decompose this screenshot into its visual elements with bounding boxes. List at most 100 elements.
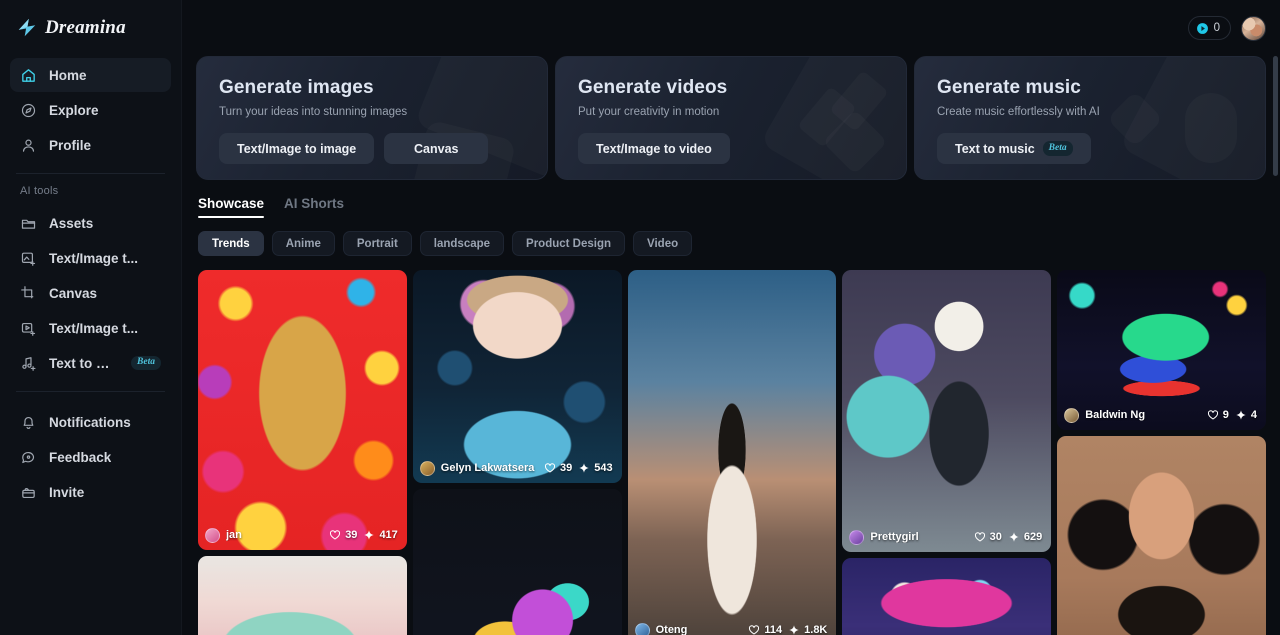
gallery-tile[interactable] (198, 556, 407, 635)
sidebar-item-label: Feedback (49, 449, 112, 465)
topbar: 0 (182, 0, 1280, 56)
remix-count[interactable]: 543 (578, 462, 613, 474)
chip-anime[interactable]: Anime (271, 231, 335, 256)
sidebar-section-label: AI tools (20, 185, 59, 197)
text-to-music-button[interactable]: Text to music Beta (937, 133, 1091, 164)
hero-title: Generate music (937, 77, 1081, 98)
sidebar-divider-top (16, 173, 165, 174)
author-avatar[interactable] (634, 622, 650, 635)
hero-button-row: Text/Image to image Canvas (219, 133, 547, 164)
sidebar-item-canvas[interactable]: Canvas (10, 276, 171, 310)
gallery-column: Prettygirl 30 629 (842, 270, 1052, 635)
sidebar-item-feedback[interactable]: Feedback (10, 440, 171, 474)
heart-icon (544, 463, 556, 473)
gallery-column: jan 39 417 (198, 270, 407, 635)
sidebar-item-explore[interactable]: Explore (10, 93, 171, 127)
sidebar-tools-nav: Assets Text/Image t... Canvas Text/Image… (0, 204, 181, 380)
sidebar-item-text-to-music[interactable]: Text to music Beta (10, 346, 171, 380)
tab-showcase[interactable]: Showcase (198, 196, 265, 218)
chip-portrait[interactable]: Portrait (342, 231, 412, 256)
sidebar-item-label: Invite (49, 484, 85, 500)
author-avatar[interactable] (1064, 407, 1080, 423)
gallery-tile[interactable]: Prettygirl 30 629 (842, 270, 1052, 552)
hero-subtitle: Create music effortlessly with AI (937, 106, 1100, 118)
video-plus-icon (21, 322, 36, 336)
sparkle-diamond-icon (1236, 410, 1246, 420)
gallery-tile[interactable] (1057, 436, 1266, 635)
hero-card-generate-images[interactable]: Generate images Turn your ideas into stu… (196, 56, 548, 180)
like-count[interactable]: 9 (1207, 409, 1229, 421)
chip-video[interactable]: Video (633, 231, 693, 256)
gallery-grid: jan 39 417 Gelyn Lakwatsera 39 543 Oteng 114 1.8… (190, 256, 1266, 635)
compass-icon (21, 103, 36, 117)
text-image-to-image-button[interactable]: Text/Image to image (219, 133, 375, 164)
author-avatar[interactable] (849, 529, 865, 545)
music-note-plus-icon (22, 356, 36, 371)
remix-count[interactable]: 1.8K (788, 624, 827, 635)
hero-button-row: Text to music Beta (937, 133, 1265, 164)
gallery-tile[interactable]: Gelyn Lakwatsera 39 543 (412, 270, 622, 483)
sidebar-item-label: Home (49, 67, 87, 83)
sparkle-star-icon (18, 18, 36, 37)
gallery-artwork (1057, 436, 1266, 635)
gallery-tile[interactable]: jan 39 417 (198, 270, 407, 550)
sidebar-item-profile[interactable]: Profile (10, 128, 171, 162)
chat-bubble-icon (22, 451, 35, 463)
author-avatar[interactable] (419, 460, 435, 476)
beta-badge: Beta (131, 355, 161, 371)
gallery-tile-overlay: Baldwin Ng 9 4 (1057, 400, 1266, 430)
chip-trends[interactable]: Trends (198, 231, 264, 256)
gallery-artwork (627, 270, 837, 635)
text-image-to-video-button[interactable]: Text/Image to video (578, 133, 730, 164)
gallery-tile[interactable] (842, 558, 1052, 635)
text-to-music-label: Text to music (955, 141, 1035, 156)
gallery-tile[interactable] (412, 489, 622, 635)
gallery-tile-overlay: Prettygirl 30 629 (842, 522, 1051, 552)
gallery-tile[interactable]: Baldwin Ng 9 4 (1057, 270, 1266, 430)
avatar[interactable] (1241, 15, 1266, 41)
gallery-artwork (198, 556, 407, 635)
sparkle-diamond-icon (789, 625, 799, 635)
sparkle-diamond-icon (364, 530, 375, 540)
author-avatar[interactable] (205, 527, 220, 543)
like-count[interactable]: 39 (544, 462, 572, 474)
tab-ai-shorts[interactable]: AI Shorts (284, 196, 344, 218)
credits-pill[interactable]: 0 (1187, 16, 1231, 40)
filter-chip-row: Trends Anime Portrait landscape Product … (190, 218, 1266, 256)
remix-count[interactable]: 629 (1008, 531, 1042, 543)
canvas-crop-icon (21, 285, 34, 298)
sidebar-item-home[interactable]: Home (10, 58, 171, 92)
author-name: jan (226, 529, 242, 541)
like-count[interactable]: 30 (974, 531, 1002, 543)
gallery-column: Gelyn Lakwatsera 39 543 (412, 270, 622, 635)
hero-card-generate-videos[interactable]: Generate videos Put your creativity in m… (555, 56, 907, 180)
brand[interactable]: Dreamina (0, 0, 181, 56)
author-name: Oteng (655, 624, 688, 635)
like-count[interactable]: 114 (748, 624, 782, 635)
like-count[interactable]: 39 (329, 529, 357, 541)
sidebar-item-assets[interactable]: Assets (10, 206, 171, 240)
brand-name: Dreamina (45, 17, 126, 38)
hero-cards-row: Generate images Turn your ideas into stu… (190, 56, 1266, 180)
sidebar-item-label: Notifications (49, 414, 131, 430)
gallery-artwork (842, 558, 1052, 635)
gallery-tile[interactable]: Oteng 114 1.8K (627, 270, 837, 635)
sidebar-item-invite[interactable]: Invite (10, 475, 171, 509)
chip-landscape[interactable]: landscape (419, 231, 505, 256)
beta-badge: Beta (1042, 141, 1073, 156)
page-scrollbar[interactable] (1273, 56, 1278, 176)
gallery-column: Oteng 114 1.8K (627, 270, 837, 635)
remix-count[interactable]: 4 (1235, 409, 1257, 421)
chip-product-design[interactable]: Product Design (512, 231, 626, 256)
author-name: Baldwin Ng (1085, 409, 1146, 421)
gallery-tile-overlay: Oteng 114 1.8K (628, 615, 837, 635)
heart-icon (330, 530, 341, 540)
remix-count[interactable]: 417 (363, 529, 398, 541)
hero-card-generate-music[interactable]: Generate music Create music effortlessly… (914, 56, 1266, 180)
hero-title: Generate videos (578, 77, 728, 98)
canvas-button[interactable]: Canvas (384, 133, 489, 164)
sidebar-item-text-image-to-image[interactable]: Text/Image t... (10, 241, 171, 275)
sidebar-item-text-image-to-video[interactable]: Text/Image t... (10, 311, 171, 345)
sidebar-item-label: Explore (49, 102, 99, 118)
sidebar-item-notifications[interactable]: Notifications (10, 405, 171, 439)
